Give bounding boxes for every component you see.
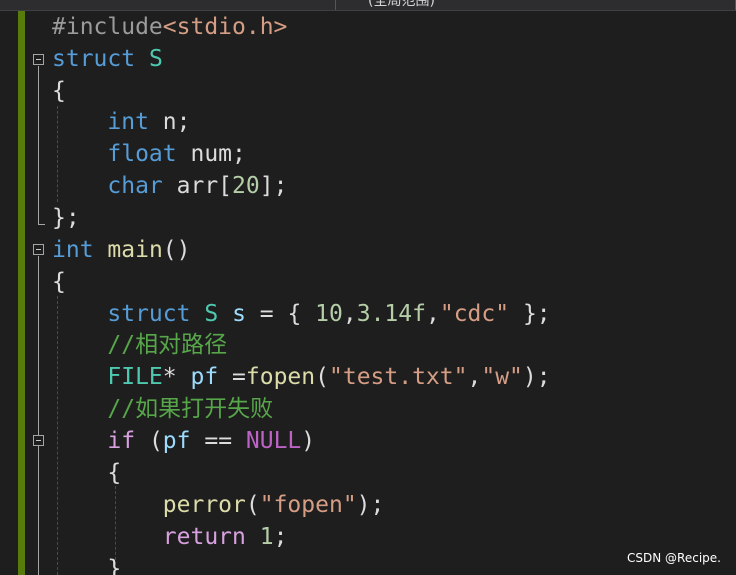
variable: pf [162,428,191,454]
punctuation: , [425,301,440,327]
member-declaration: n; [148,109,191,135]
brace: { [52,78,66,104]
code-line-9[interactable]: { [52,266,66,298]
code-line-13[interactable]: //如果打开失败 [52,393,273,425]
punctuation: = [218,364,246,390]
comment: //如果打开失败 [107,396,274,422]
punctuation: == [190,428,246,454]
brace: } [107,556,122,575]
string-literal: "w" [481,364,523,390]
function-name: fopen [245,364,316,390]
code-line-10[interactable]: struct S s = { 10,3.14f,"cdc" }; [52,298,551,330]
string-literal: "cdc" [439,301,510,327]
scope-label: (全局范围) [368,0,435,9]
code-line-6[interactable]: char arr[20]; [52,170,287,202]
keyword: struct [52,46,136,72]
code-line-12[interactable]: FILE* pf =fopen("test.txt","w"); [52,361,551,393]
punctuation: ) [301,428,316,454]
brace: { [52,269,66,295]
keyword: int [107,109,149,135]
code-line-15[interactable]: { [52,457,121,489]
number-literal: 3.14f [356,301,426,327]
number-literal: 10 [315,301,343,327]
code-line-3[interactable]: { [52,75,66,107]
fold-range-line [38,256,39,575]
fold-collapse-icon[interactable] [33,435,44,446]
punctuation: ; [273,524,288,550]
punctuation: ( [135,428,163,454]
code-line-5[interactable]: float num; [52,138,246,170]
preprocessor-directive: #include [52,14,163,40]
keyword: int [52,237,94,263]
number-literal: 1 [259,524,274,550]
function-name: perror [162,492,246,518]
number-literal: 20 [232,173,260,199]
comment: //相对路径 [107,332,228,358]
brace: }; [52,205,80,231]
keyword: float [107,141,177,167]
watermark: CSDN @Recipe. [627,551,721,565]
punctuation: ); [522,364,551,390]
type-name: S [204,301,219,327]
control-keyword: return [162,524,246,550]
punctuation: }; [509,301,551,327]
control-keyword: if [107,428,136,454]
code-line-1[interactable]: #include<stdio.h> [52,11,287,43]
keyword: char [107,173,163,199]
type-name: FILE [107,364,163,390]
punctuation: , [342,301,357,327]
member-declaration: num; [176,141,246,167]
code-line-7[interactable]: }; [52,202,80,234]
brace: { [107,460,122,486]
fold-range-line [38,66,39,224]
code-line-14[interactable]: if (pf == NULL) [52,425,315,457]
macro-name: NULL [245,428,302,454]
code-line-8[interactable]: int main() [52,234,191,266]
code-editor[interactable]: (全局范围) #include<stdio.h> struct S { int … [0,0,736,575]
variable: pf [190,364,219,390]
punctuation: () [162,237,191,263]
fold-collapse-icon[interactable] [33,244,44,255]
string-literal: "test.txt" [329,364,468,390]
member-declaration: arr[ [162,173,233,199]
code-line-17[interactable]: return 1; [52,521,288,553]
punctuation: = { [245,301,316,327]
punctuation: , [467,364,482,390]
function-name: main [107,237,163,263]
navigation-bar: (全局范围) [0,0,736,11]
code-line-2[interactable]: struct S [52,43,163,75]
keyword: struct [107,301,191,327]
punctuation: ); [356,492,385,518]
code-line-4[interactable]: int n; [52,106,190,138]
fold-collapse-icon[interactable] [33,54,44,65]
punctuation: ( [245,492,260,518]
file-scope-dropdown[interactable] [0,0,336,10]
code-line-11[interactable]: //相对路径 [52,329,227,361]
header-name: <stdio.h> [162,14,288,40]
change-tracking-bar [18,11,25,575]
string-literal: "fopen" [259,492,357,518]
variable: s [232,301,246,327]
struct-name: S [148,46,163,72]
code-line-16[interactable]: perror("fopen"); [52,489,385,521]
punctuation: ]; [259,173,288,199]
code-line-18[interactable]: } [52,553,121,575]
punctuation: * [162,364,191,390]
punctuation: ( [315,364,329,390]
fold-end-marker [38,224,45,225]
